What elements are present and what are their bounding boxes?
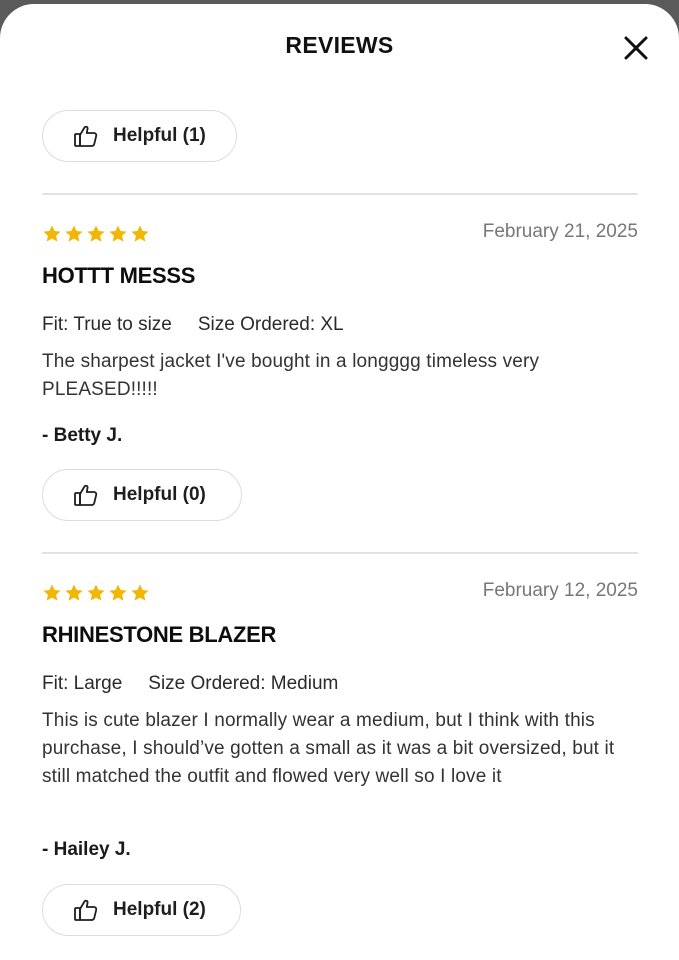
page-title: REVIEWS [285, 32, 394, 58]
review-meta: Fit: True to size Size Ordered: XL [42, 314, 344, 336]
star-icon [130, 583, 150, 603]
review-author: - Hailey J. [42, 839, 131, 860]
star-rating [42, 224, 150, 244]
star-icon [86, 583, 106, 603]
sheet-header: REVIEWS [0, 4, 679, 88]
review-date: February 12, 2025 [482, 580, 638, 601]
helpful-label: Helpful (0) [113, 484, 206, 505]
review-body: The sharpest jacket I've bought in a lon… [42, 351, 540, 400]
thumbs-up-icon [73, 123, 99, 149]
reviews-sheet: REVIEWS Helpful (1) February 21, 2025 HO… [0, 4, 679, 960]
star-icon [64, 224, 84, 244]
star-icon [130, 224, 150, 244]
divider [42, 552, 638, 554]
review-title: HOTTT MESSS [42, 263, 196, 288]
thumbs-up-icon [73, 482, 99, 508]
star-icon [42, 583, 62, 603]
close-icon[interactable] [620, 32, 652, 64]
star-icon [42, 224, 62, 244]
review-meta: Fit: Large Size Ordered: Medium [42, 673, 338, 695]
review-body: This is cute blazer I normally wear a me… [42, 710, 615, 787]
helpful-button[interactable]: Helpful (2) [42, 884, 241, 936]
fit-label: Fit: True to size [42, 314, 172, 335]
review-title: RHINESTONE BLAZER [42, 622, 277, 647]
size-ordered-label: Size Ordered: XL [197, 314, 344, 335]
fit-label: Fit: Large [42, 673, 123, 694]
size-ordered-label: Size Ordered: Medium [148, 673, 339, 694]
star-rating [42, 583, 150, 603]
divider [42, 193, 638, 195]
helpful-label: Helpful (2) [113, 899, 206, 920]
helpful-button[interactable]: Helpful (0) [42, 469, 242, 521]
star-icon [86, 224, 106, 244]
helpful-button[interactable]: Helpful (1) [42, 110, 237, 162]
review-date: February 21, 2025 [482, 221, 638, 242]
star-icon [64, 583, 84, 603]
thumbs-up-icon [73, 897, 99, 923]
review-author: - Betty J. [42, 425, 123, 446]
helpful-label: Helpful (1) [113, 125, 206, 146]
star-icon [108, 583, 128, 603]
star-icon [108, 224, 128, 244]
